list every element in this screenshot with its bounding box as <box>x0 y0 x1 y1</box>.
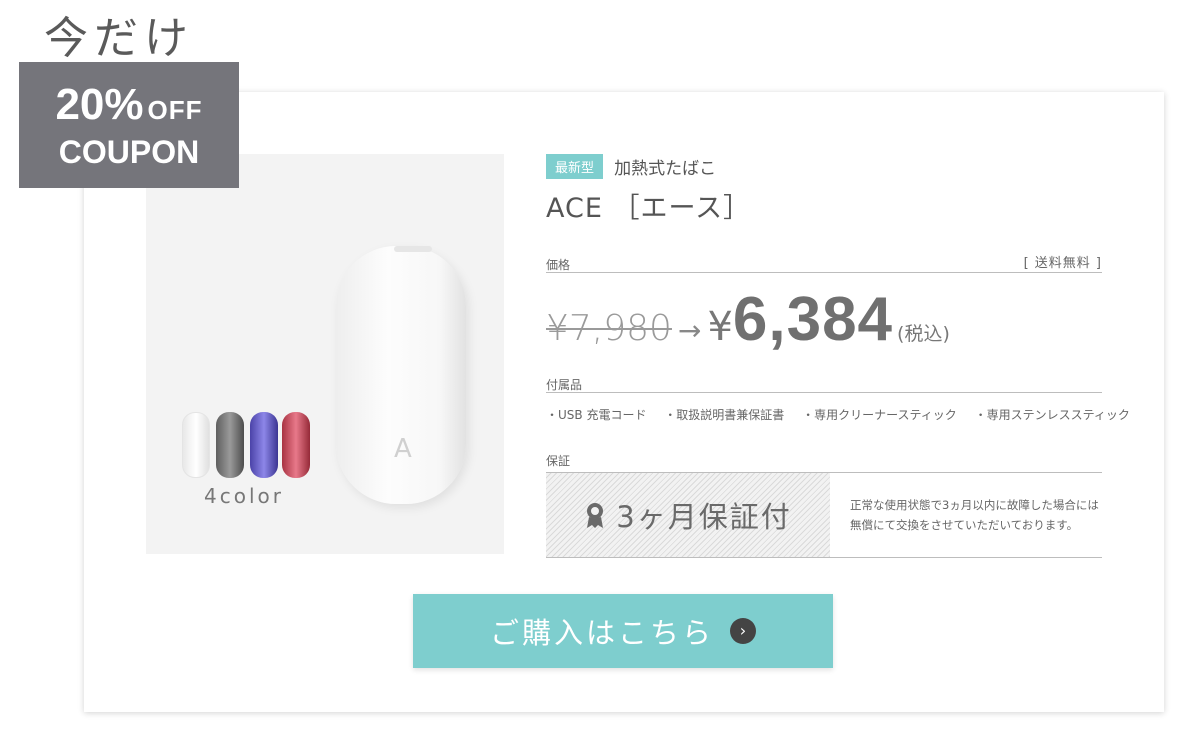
warranty-section-label: 保証 <box>546 454 571 468</box>
accessory-item: ・専用クリーナースティック <box>802 408 957 422</box>
product-name: ACE ［エース］ <box>546 193 752 224</box>
warranty-bottom-divider <box>546 557 1102 558</box>
accessory-item: ・取扱説明書兼保証書 <box>664 408 785 422</box>
coupon-badge: 20% OFF COUPON <box>19 62 239 188</box>
warranty-description-line: 無償にて交換をさせていただいております。 <box>850 518 1079 532</box>
yen-symbol: ¥ <box>707 304 733 350</box>
warranty-description: 正常な使用状態で3ヵ月以内に故障した場合には 無償にて交換をさせていただいており… <box>850 495 1110 535</box>
device-cap <box>394 246 432 252</box>
product-category: 加熱式たばこ <box>614 159 717 179</box>
color-count-label: 4color <box>204 484 284 508</box>
coupon-percent: 20% <box>55 80 144 129</box>
accessories-divider <box>546 392 1102 393</box>
accessories-section-label: 付属品 <box>546 378 583 392</box>
price-arrow: → <box>677 314 702 347</box>
color-swatch-red <box>282 412 310 478</box>
tag-row: 最新型 加熱式たばこ <box>546 154 717 179</box>
coupon-word: COUPON <box>58 134 200 170</box>
new-model-tag: 最新型 <box>546 154 604 179</box>
price-divider <box>546 272 1102 273</box>
color-swatch-gray <box>216 412 244 478</box>
accessory-item: ・専用ステンレススティック <box>974 408 1130 422</box>
coupon-off: OFF <box>147 95 203 125</box>
promo-label: 今だけ <box>44 13 194 64</box>
price-row: ¥7,980 → ¥6,384 (税込) <box>546 284 950 355</box>
original-price: ¥7,980 <box>546 308 672 349</box>
purchase-button[interactable]: ご購入はこちら › <box>413 594 833 668</box>
price-section-label: 価格 <box>546 258 571 272</box>
tax-note: (税込) <box>897 323 950 345</box>
accessory-item: ・USB 充電コード <box>546 408 647 422</box>
product-image: A 4color <box>146 154 504 554</box>
warranty-description-line: 正常な使用状態で3ヵ月以内に故障した場合には <box>850 498 1099 512</box>
chevron-right-icon: › <box>730 618 756 644</box>
sale-price: 6,384 <box>732 285 894 354</box>
product-card: A 4color 最新型 加熱式たばこ ACE ［エース］ 価格 [ 送料無料 … <box>84 92 1164 712</box>
accessories-list: ・USB 充電コード ・取扱説明書兼保証書 ・専用クリーナースティック ・専用ス… <box>546 406 1144 423</box>
color-swatch-white <box>182 412 210 478</box>
shipping-note: [ 送料無料 ] <box>1023 256 1102 271</box>
ribbon-icon <box>587 503 604 528</box>
device-image <box>336 246 466 504</box>
purchase-button-label: ご購入はこちら <box>489 616 714 650</box>
coupon-discount: 20% OFF <box>19 80 239 130</box>
warranty-badge: 3ヶ月保証付 <box>546 473 830 557</box>
warranty-title: 3ヶ月保証付 <box>616 500 792 534</box>
color-swatch-blue <box>250 412 278 478</box>
device-logo: A <box>394 434 412 464</box>
